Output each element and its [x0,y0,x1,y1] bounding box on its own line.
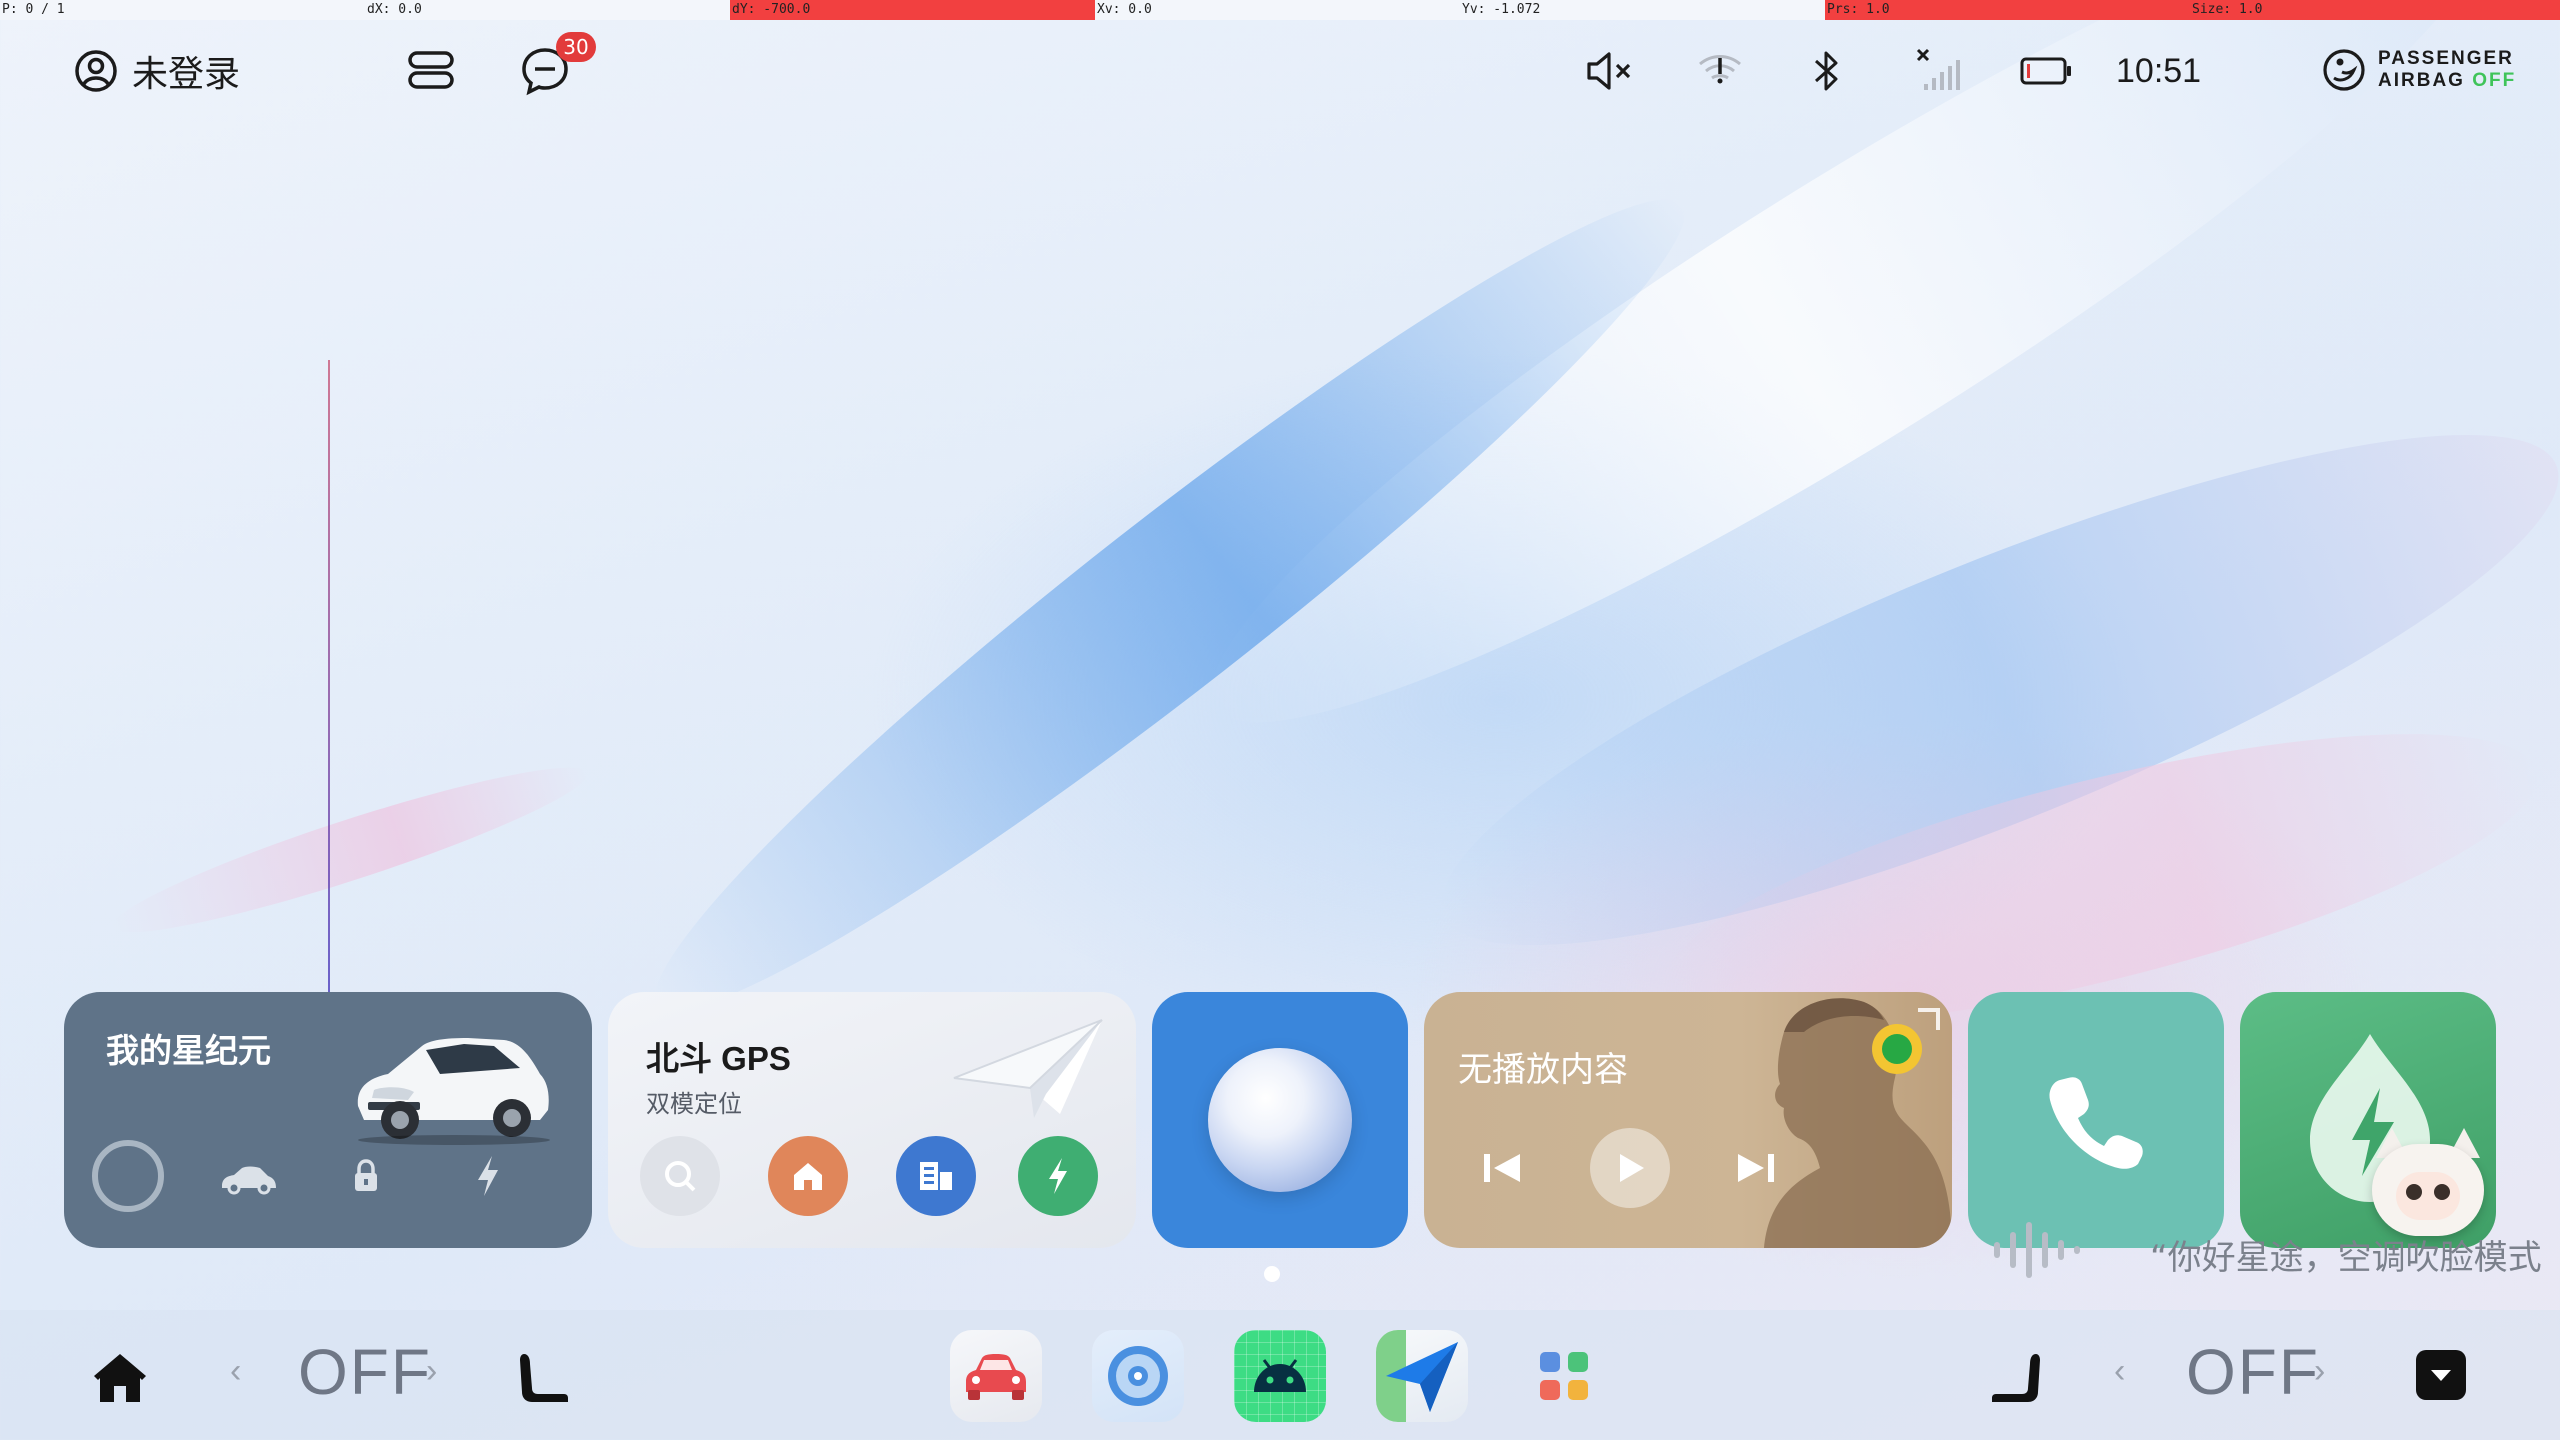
page-indicator-dot[interactable] [1264,1266,1280,1282]
dock-app-all-apps[interactable] [1518,1330,1610,1422]
user-account-button[interactable]: 未登录 [74,46,240,96]
bluetooth-button[interactable] [1810,48,1842,94]
debug-prs: Prs: 1.0 [1825,0,2190,20]
passenger-seat-button[interactable] [1990,1350,2044,1406]
debug-xv: Xv: 0.0 [1097,2,1152,17]
left-temp-value: OFF [298,1336,432,1408]
user-avatar-icon [75,50,117,92]
play-icon [1620,1154,1644,1182]
media-expand-icon[interactable] [1918,1008,1940,1030]
toggle-panel-icon [408,51,454,89]
voice-waveform-icon [1994,1222,2080,1278]
airbag-icon [2323,49,2365,91]
caret-down-icon [2431,1370,2451,1381]
assistant-orb-icon [1208,1048,1352,1192]
left-temp-decrease-button[interactable]: ‹ [230,1352,241,1391]
lock-icon[interactable] [350,1158,382,1194]
notifications-button[interactable]: 30 [520,32,596,96]
airbag-label-line2: AIRBAG [2378,70,2465,91]
car-image [357,1038,550,1145]
cellular-no-signal-icon [1916,48,1960,90]
vehicle-card-title: 我的星纪元 [106,1032,271,1069]
debug-yv: Yv: -1.072 [1462,2,1541,17]
home-icon [794,1163,822,1190]
debug-dx: dX: 0.0 [367,2,422,17]
passenger-airbag-status: PASSENGER AIRBAG OFF [2322,48,2516,92]
battery-status[interactable] [2020,56,2072,86]
charging-icon[interactable] [474,1154,502,1198]
wallpaper-swoosh-1 [1145,0,2555,818]
clock: 10:51 [2116,52,2202,90]
login-status-label: 未登录 [132,54,241,95]
cellular-status[interactable] [1912,46,1962,94]
assistant-mascot-image[interactable] [2368,1128,2488,1236]
debug-size: Size: 1.0 [2190,0,2560,20]
search-icon [665,1161,696,1192]
dock-menu-button[interactable] [2416,1350,2466,1400]
vehicle-card[interactable]: 我的星纪元 [64,992,592,1248]
voice-assistant-card[interactable] [1152,992,1408,1248]
right-temp-decrease-button[interactable]: ‹ [2114,1352,2125,1391]
company-building-icon [920,1162,952,1190]
red-car-icon [966,1354,1026,1400]
airbag-state: OFF [2472,70,2517,91]
home-button[interactable] [92,1350,148,1404]
artist-portrait-image [1764,998,1952,1248]
lightning-icon [1049,1158,1067,1194]
phone-icon [2049,1077,2143,1169]
notification-badge: 30 [556,32,596,62]
nav-charging-station-button[interactable] [1018,1136,1098,1216]
phone-card[interactable] [1968,992,2224,1248]
android-robot-icon [1254,1359,1306,1392]
next-track-button[interactable] [1734,1150,1778,1186]
volume-muted-icon [1587,52,1631,90]
left-temp-increase-button[interactable]: › [426,1352,437,1391]
nav-search-button[interactable] [640,1136,720,1216]
nav-plane-icon [1386,1342,1458,1412]
nav-company-button[interactable] [896,1136,976,1216]
wallpaper-swoosh-5 [102,744,598,956]
airbag-label-line1: PASSENGER [2378,48,2514,69]
right-temp-value: OFF [2186,1336,2320,1408]
vehicle-status-button[interactable] [92,1140,164,1212]
nav-home-button[interactable] [768,1136,848,1216]
control-center-button[interactable] [408,50,454,90]
dock-app-navigation[interactable] [1376,1330,1468,1422]
music-app-badge-icon [1872,1024,1922,1074]
navigation-card[interactable]: 北斗 GPS 双模定位 [608,992,1136,1248]
dock-app-vehicle[interactable] [950,1330,1042,1422]
dock-app-android[interactable] [1234,1330,1326,1422]
debug-pointer: P: 0 / 1 [2,2,65,17]
disc-icon [1108,1346,1168,1406]
pointer-debug-bar: P: 0 / 1 dX: 0.0 dY: -700.0 Xv: 0.0 Yv: … [0,0,2560,20]
media-card[interactable]: 无播放内容 [1424,992,1952,1248]
app-grid-icon [1540,1352,1588,1400]
battery-low-icon [2020,57,2071,85]
wifi-status[interactable] [1696,50,1744,92]
right-temp-increase-button[interactable]: › [2314,1352,2325,1391]
bluetooth-icon [1814,51,1838,91]
paper-plane-image [953,1019,1103,1118]
wifi-alert-icon [1699,55,1741,84]
play-button[interactable] [1590,1128,1670,1208]
debug-dy: dY: -700.0 [730,0,1095,20]
dock-app-music-disc[interactable] [1092,1330,1184,1422]
media-card-title: 无播放内容 [1458,1051,1628,1089]
navigation-card-title: 北斗 GPS [646,1040,791,1077]
wallpaper-swoosh-2 [605,137,1735,1073]
car-silhouette-icon[interactable] [218,1160,278,1196]
navigation-card-subtitle: 双模定位 [646,1090,742,1118]
driver-seat-button[interactable] [516,1350,570,1406]
mute-button[interactable] [1585,50,1635,92]
voice-hint-text: “你好星途，空调吹脸模式 [2150,1238,2542,1278]
touch-trace-line [328,360,330,1080]
previous-track-button[interactable] [1480,1150,1524,1186]
wallpaper-swoosh-3 [1394,344,2560,1036]
